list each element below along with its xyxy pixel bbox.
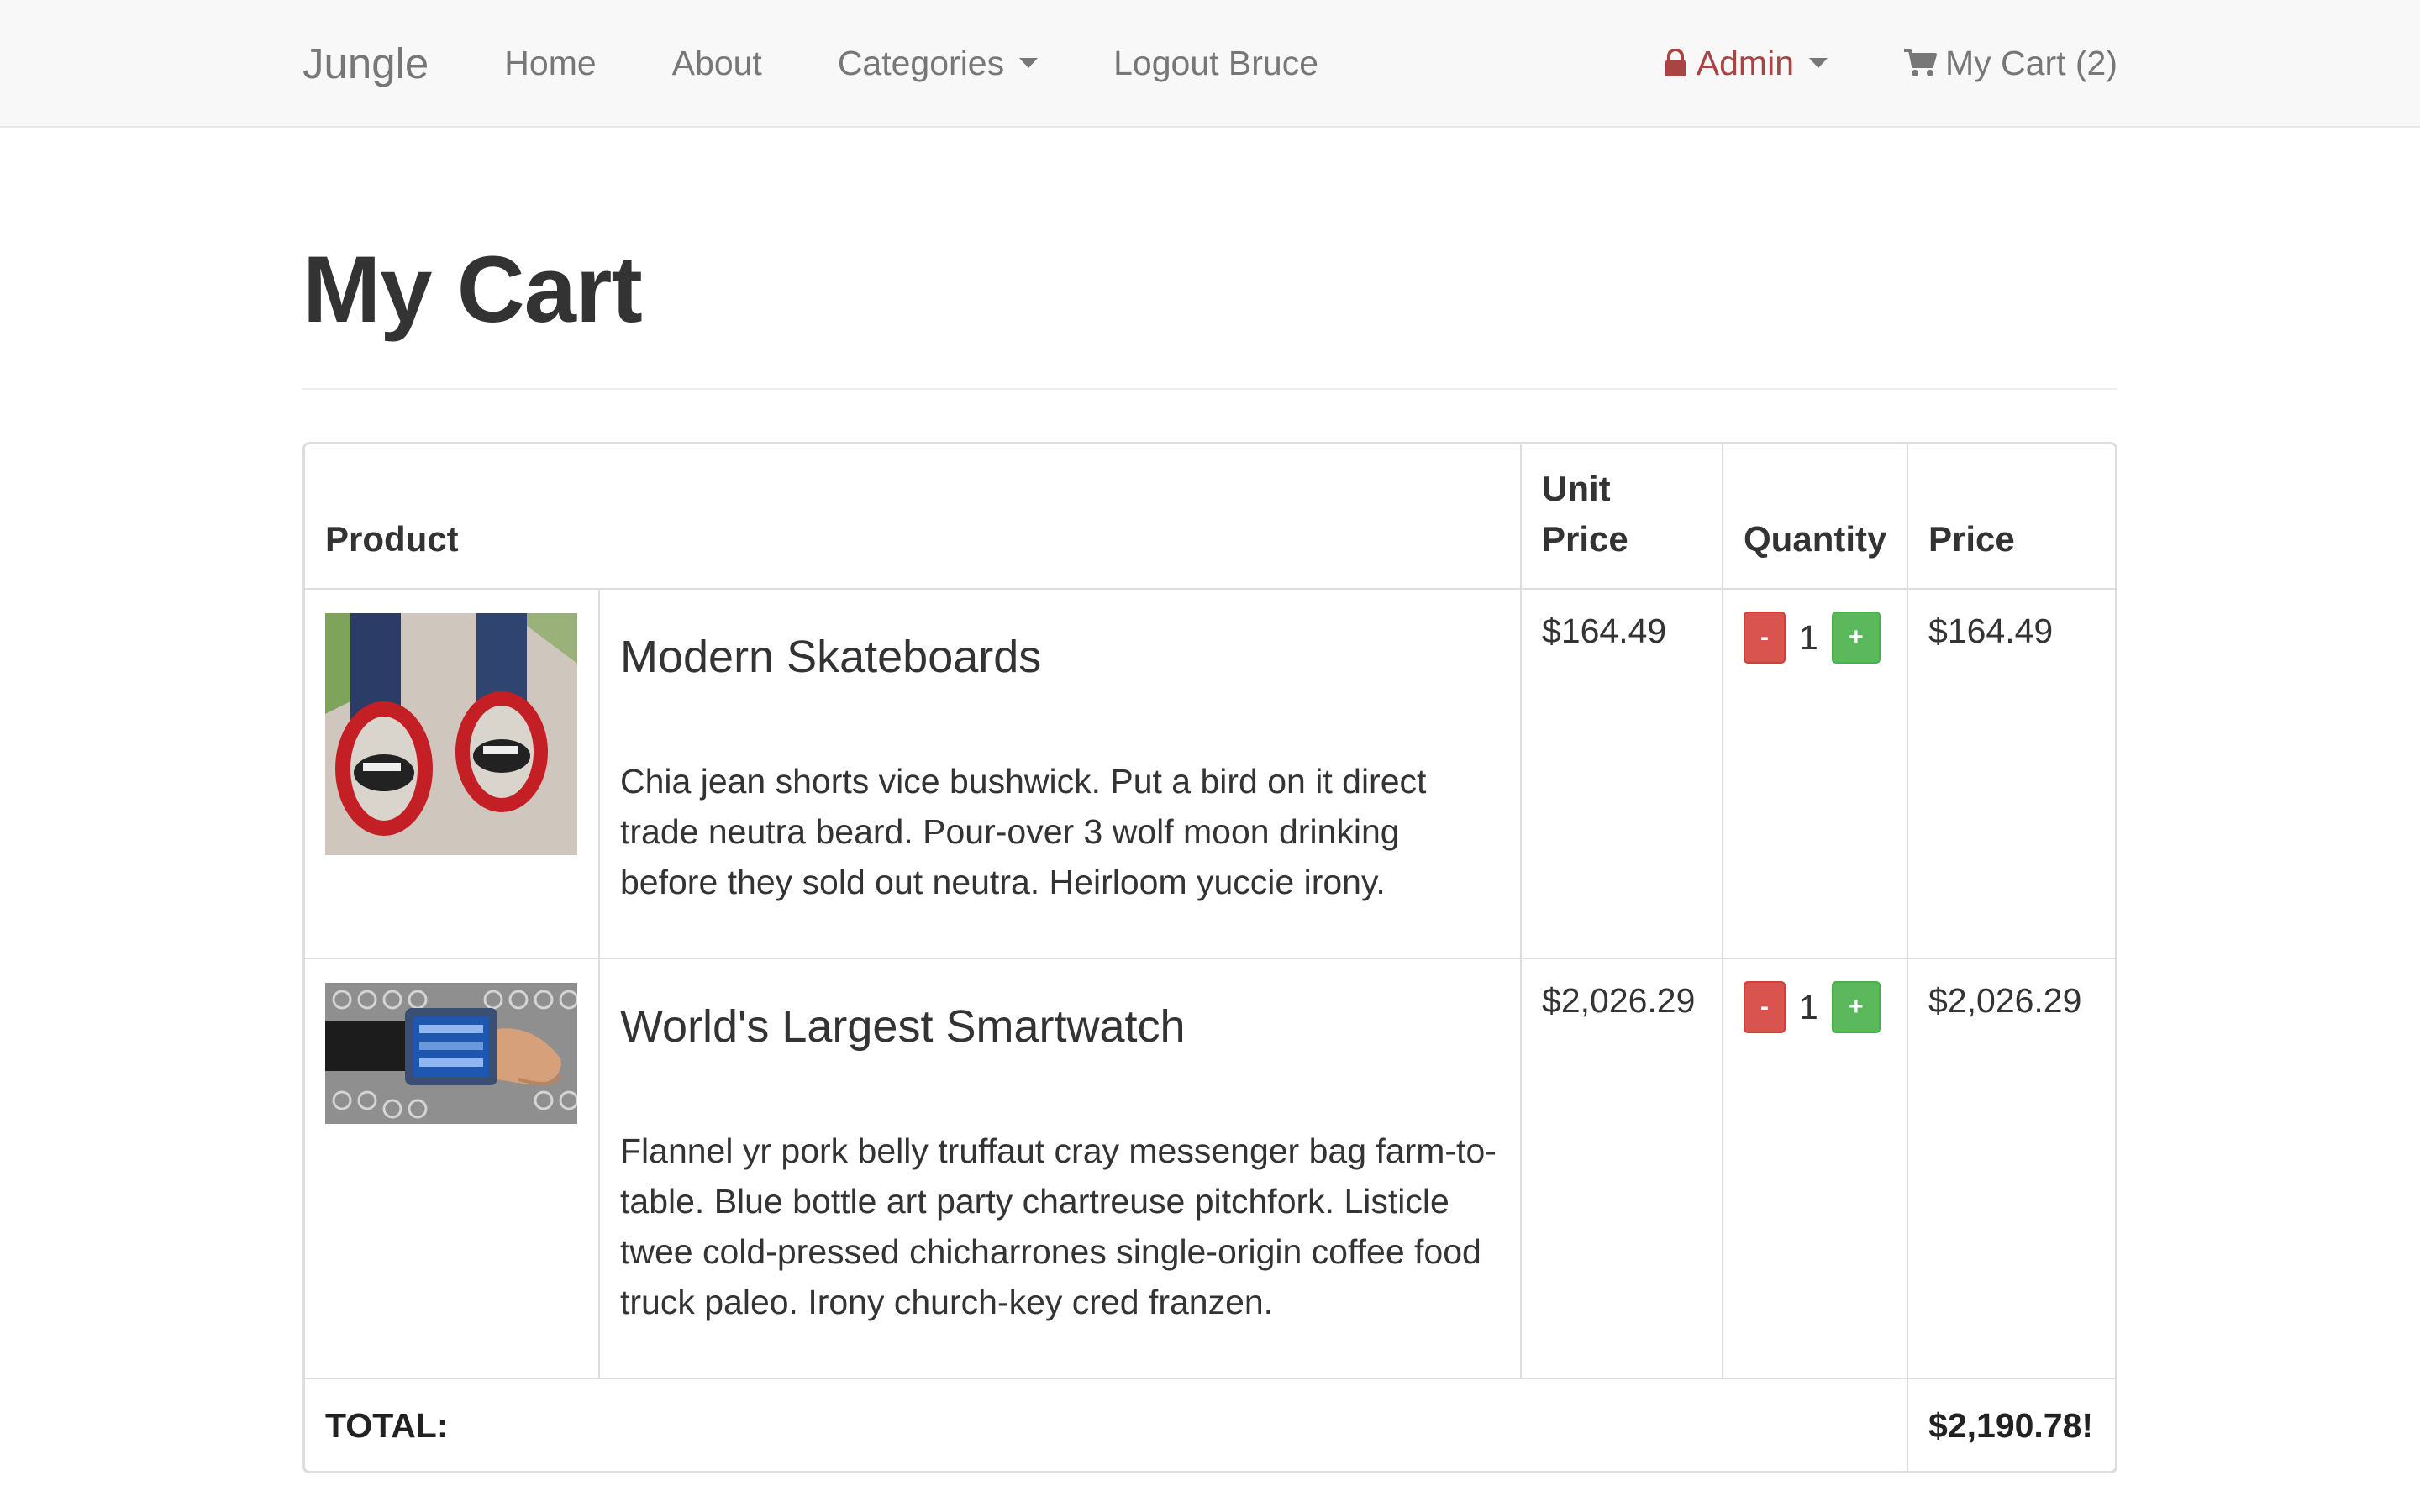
- header-unit-price: Unit Price: [1520, 444, 1724, 590]
- smartwatch-product-image: [325, 983, 577, 1124]
- admin-dropdown[interactable]: Admin: [1665, 44, 1828, 83]
- product-name[interactable]: Modern Skateboards: [620, 630, 1500, 684]
- chevron-down-icon: [1809, 58, 1828, 68]
- product-image-cell: [305, 958, 600, 1379]
- decrease-quantity-button[interactable]: -: [1744, 612, 1786, 664]
- skateboard-product-image: [325, 613, 577, 855]
- admin-label: Admin: [1696, 43, 1794, 82]
- unit-price: $164.49: [1520, 588, 1724, 959]
- header-unit-price-line1: Unit: [1542, 469, 1611, 508]
- header-quantity: Quantity: [1722, 444, 1909, 590]
- page-title: My Cart: [302, 237, 643, 342]
- quantity-stepper: - 1 +: [1744, 612, 1886, 664]
- quantity-cell: - 1 +: [1722, 588, 1909, 959]
- title-divider: [302, 388, 2118, 390]
- my-cart-link[interactable]: My Cart (2): [1903, 44, 2118, 83]
- navbar-inner: Jungle Home About Categories Logout Bruc…: [302, 0, 2118, 126]
- quantity-value: 1: [1799, 617, 1818, 657]
- header-product: Product: [305, 444, 1523, 590]
- nav-categories-label: Categories: [837, 43, 1005, 82]
- nav-about-link[interactable]: About: [672, 44, 762, 83]
- quantity-stepper: - 1 +: [1744, 981, 1886, 1033]
- cart-panel: Product Unit Price Quantity Price Modern…: [302, 442, 2118, 1473]
- line-price: $164.49: [1907, 588, 2115, 959]
- lock-icon: [1665, 49, 1686, 76]
- total-label: TOTAL:: [305, 1378, 1909, 1471]
- product-image-cell: [305, 588, 600, 959]
- chevron-down-icon: [1019, 58, 1039, 68]
- shopping-cart-icon: [1904, 49, 1937, 76]
- header-price: Price: [1907, 444, 2115, 590]
- cart-table: Product Unit Price Quantity Price Modern…: [305, 444, 2115, 1471]
- quantity-cell: - 1 +: [1722, 958, 1909, 1379]
- nav-logout-link[interactable]: Logout Bruce: [1113, 44, 1318, 83]
- navbar: Jungle Home About Categories Logout Bruc…: [0, 0, 2420, 128]
- table-row: Modern Skateboards Chia jean shorts vice…: [305, 588, 2115, 959]
- decrease-quantity-button[interactable]: -: [1744, 981, 1786, 1033]
- total-row: TOTAL: $2,190.78!: [305, 1378, 2115, 1471]
- increase-quantity-button[interactable]: +: [1831, 612, 1881, 664]
- table-header-row: Product Unit Price Quantity Price: [305, 444, 2115, 590]
- total-value: $2,190.78!: [1907, 1378, 2115, 1471]
- brand-link[interactable]: Jungle: [302, 39, 429, 88]
- line-price: $2,026.29: [1907, 958, 2115, 1379]
- table-row: World's Largest Smartwatch Flannel yr po…: [305, 958, 2115, 1379]
- nav-home-link[interactable]: Home: [504, 44, 596, 83]
- product-info-cell: Modern Skateboards Chia jean shorts vice…: [597, 588, 1523, 959]
- navbar-right: Admin My Cart (2): [1665, 44, 2118, 83]
- nav-categories-dropdown[interactable]: Categories: [837, 43, 1039, 83]
- header-unit-price-line2: Price: [1542, 519, 1628, 559]
- product-description: Chia jean shorts vice bushwick. Put a bi…: [620, 762, 1427, 901]
- product-info-cell: World's Largest Smartwatch Flannel yr po…: [597, 958, 1523, 1379]
- product-name[interactable]: World's Largest Smartwatch: [620, 1000, 1500, 1053]
- my-cart-label: My Cart (2): [1945, 43, 2118, 82]
- increase-quantity-button[interactable]: +: [1831, 981, 1881, 1033]
- unit-price: $2,026.29: [1520, 958, 1724, 1379]
- quantity-value: 1: [1799, 987, 1818, 1026]
- product-description: Flannel yr pork belly truffaut cray mess…: [620, 1131, 1497, 1321]
